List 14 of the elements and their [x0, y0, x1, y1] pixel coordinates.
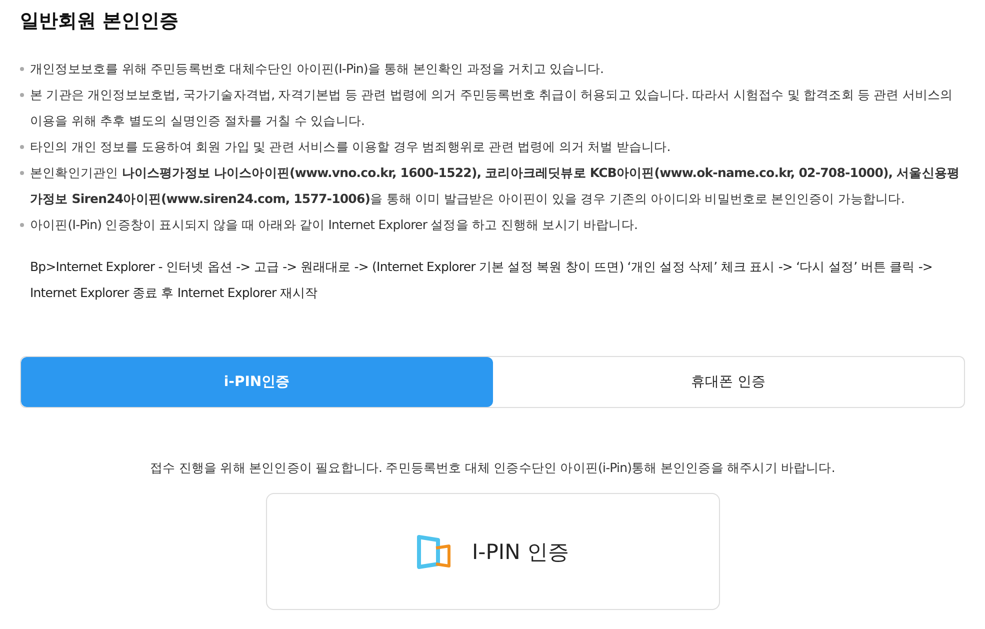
bullet-icon: [20, 93, 24, 97]
instruction-text: 접수 진행을 위해 본인인증이 필요합니다. 주민등록번호 대체 인증수단인 아이핀(i-Pin)통해 본인인증을 해주시기 바랍니다.: [149, 460, 836, 477]
notice-text: 개인정보보호를 위해 주민등록번호 대체수단인 아이핀(I-Pin)을 통해 본인확인 과정을 거치고 있습니다.: [30, 60, 604, 78]
notice-text: 타인의 개인 정보를 도용하여 회원 가입 및 관련 서비스를 이용할 경우 범죄행위로 관련 법령에 의거 처벌 받습니다.: [30, 138, 670, 156]
notice-text: 본 기관은 개인정보보호법, 국가기술자격법, 자격기본법 등 관련 법령에 의거 주민등록번호 취급이 허용되고 있습니다. 따라서 시험접수 및 합격조회 등 관련 서비스의 이용을 위해 추후 별도의 실명인증 절차를 거칠 수 있습니다.: [30, 86, 954, 130]
bullet-icon: [20, 67, 24, 71]
notice-text: 본인확인기관인 나이스평가정보 나이스아이핀(www.vno.co.kr, 1600-1522), 코리아크레딧뷰로 KCB아이핀(www.ok-name.co.kr, 02-708-1000), 서울신용평가정보 Siren24아이핀(www.siren24.com, 1577-1006)을 통해 이미 발급받은 아이핀이 있을 경우 기존의 아이디와 비밀번호로 본인인증이 가능합니다.: [30, 164, 961, 208]
notice-text: 아이핀(I-Pin) 인증창이 표시되지 않을 때 아래와 같이 Internet Explorer 설정을 하고 진행해 보시기 바랍니다.: [30, 216, 638, 234]
ipin-button[interactable]: I-PIN 인증: [266, 493, 720, 610]
bullet-icon: [20, 171, 24, 175]
bullet-icon: [20, 145, 24, 149]
page-title: 일반회원 본인인증: [20, 9, 180, 34]
bullet-icon: [20, 223, 24, 227]
guide-text: Bp>Internet Explorer - 인터넷 옵션 -> 고급 -> 원래대로 -> (Internet Explorer 기본 설정 복원 창이 뜨면) ‘개인 설정 삭제’ 체크 표시 -> ‘다시 설정’ 버튼 클릭 -> Internet Explorer 종료 후 Internet Explorer 재시작: [30, 258, 934, 302]
